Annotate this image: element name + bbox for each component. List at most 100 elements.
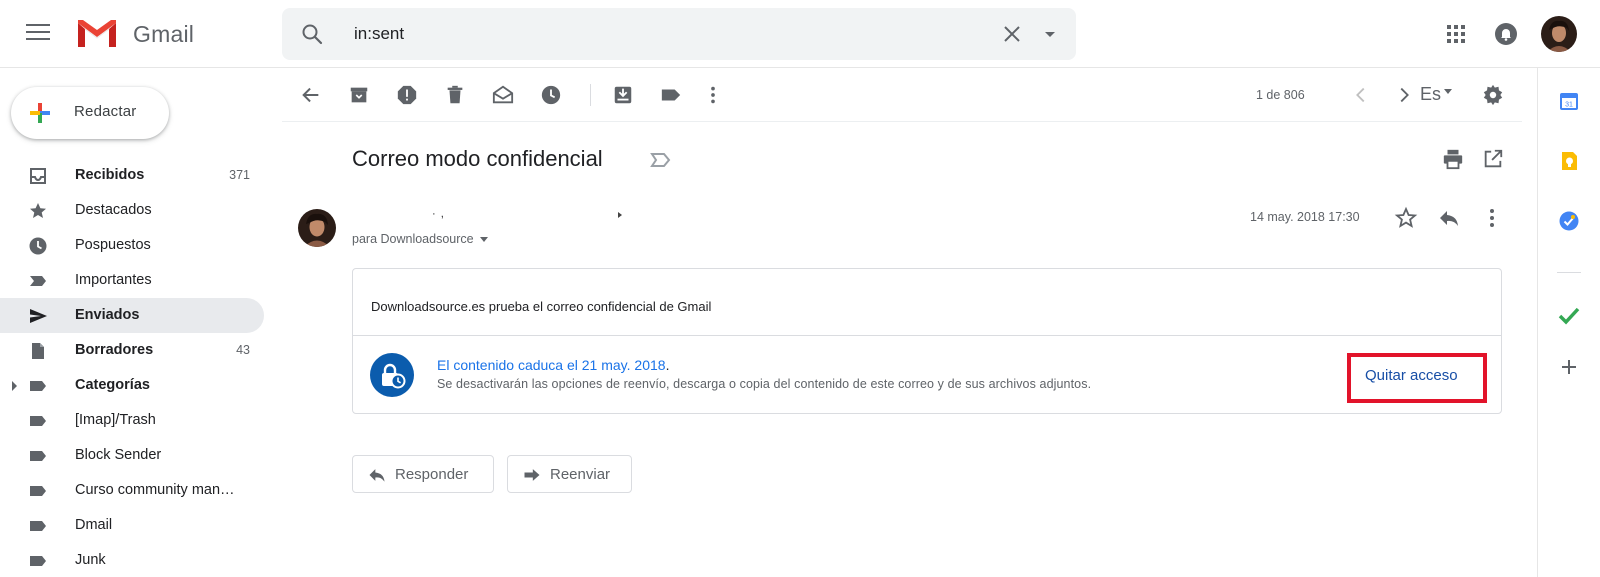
sidebar-item-important[interactable]: Importantes <box>0 263 264 298</box>
search-options-icon[interactable] <box>1038 22 1062 46</box>
label-tag-icon[interactable] <box>660 84 682 106</box>
sidebar-item-junk[interactable]: Junk <box>0 543 264 577</box>
sidebar-item-categories[interactable]: Categorías <box>0 368 264 403</box>
compose-button[interactable]: Redactar <box>11 87 169 139</box>
sidebar-item-starred[interactable]: Destacados <box>0 193 264 228</box>
sidebar-item-label: Pospuestos <box>75 237 151 253</box>
sidebar-item-label: Categorías <box>75 377 150 393</box>
sender-name: · , <box>432 208 445 220</box>
label-icon <box>30 521 46 531</box>
tasks-icon[interactable] <box>1558 210 1580 232</box>
remove-access-label: Quitar acceso <box>1365 367 1458 384</box>
move-to-icon[interactable] <box>612 84 634 106</box>
print-icon[interactable] <box>1442 148 1464 170</box>
label-icon <box>30 486 46 496</box>
input-language-selector[interactable]: Es <box>1420 84 1453 105</box>
message-date: 14 may. 2018 17:30 <box>1250 210 1360 224</box>
message-more-options-icon[interactable] <box>1480 206 1504 230</box>
gmail-wordmark[interactable]: Gmail <box>133 21 194 48</box>
confidential-expiry-title: El contenido caduca el 21 may. 2018. <box>437 357 669 373</box>
message-body-text: Downloadsource.es prueba el correo confi… <box>371 299 712 314</box>
sidebar-item-inbox[interactable]: Recibidos 371 <box>0 158 264 193</box>
send-icon <box>30 309 47 323</box>
search-icon[interactable] <box>300 22 324 46</box>
forward-label: Reenviar <box>550 466 611 483</box>
show-details-dropdown-icon <box>479 237 488 243</box>
snooze-clock-icon[interactable] <box>540 84 562 106</box>
newer-chevron-left-icon[interactable] <box>1350 84 1372 106</box>
calendar-icon[interactable]: 31 <box>1558 90 1580 112</box>
back-arrow-icon[interactable] <box>300 84 322 106</box>
card-divider <box>353 335 1501 336</box>
expiry-text: El contenido caduca el 21 may. 2018 <box>437 357 666 373</box>
sidebar-item-label: Destacados <box>75 202 152 218</box>
settings-gear-icon[interactable] <box>1482 84 1504 106</box>
get-addons-plus-icon[interactable] <box>1558 356 1580 378</box>
sidebar-item-label: [Imap]/Trash <box>75 412 156 428</box>
label-icon <box>30 381 46 391</box>
sidebar-item-label: Enviados <box>75 307 140 323</box>
account-avatar[interactable] <box>1541 16 1577 52</box>
older-chevron-right-icon[interactable] <box>1393 84 1415 106</box>
sidebar-item-block-sender[interactable]: Block Sender <box>0 438 264 473</box>
notifications-bell-icon[interactable] <box>1494 22 1518 46</box>
top-bar: Gmail <box>0 0 1600 68</box>
sidebar-item-dmail[interactable]: Dmail <box>0 508 264 543</box>
checkmark-addon-icon[interactable] <box>1558 304 1580 326</box>
search-bar <box>282 8 1076 60</box>
sidebar-item-sent[interactable]: Enviados <box>0 298 264 333</box>
sender-avatar[interactable] <box>298 209 336 247</box>
confidential-lock-clock-icon <box>370 353 414 397</box>
forward-icon <box>524 469 540 481</box>
apps-grid-icon[interactable] <box>1444 22 1468 46</box>
sidebar-item-label: Importantes <box>75 272 152 288</box>
open-new-window-icon[interactable] <box>1482 148 1504 170</box>
compose-plus-icon <box>30 103 50 123</box>
search-input[interactable] <box>354 21 914 47</box>
sidebar-item-community-course[interactable]: Curso community man… <box>0 473 264 508</box>
main-menu-icon[interactable] <box>26 24 50 44</box>
forward-button[interactable]: Reenviar <box>507 455 632 493</box>
language-code: Es <box>1420 84 1442 104</box>
reply-icon <box>369 469 385 482</box>
message-toolbar: 1 de 806 Es <box>282 68 1522 122</box>
clock-icon <box>29 237 47 255</box>
clear-search-icon[interactable] <box>1000 22 1024 46</box>
sidebar-item-drafts[interactable]: Borradores 43 <box>0 333 264 368</box>
remove-access-button[interactable]: Quitar acceso <box>1347 353 1487 403</box>
mark-as-unread-icon[interactable] <box>492 84 514 106</box>
message-subject: Correo modo confidencial <box>352 146 603 171</box>
expiry-period: . <box>665 357 670 373</box>
toolbar-divider <box>590 84 591 106</box>
report-spam-icon[interactable] <box>396 84 418 106</box>
archive-icon[interactable] <box>348 84 370 106</box>
more-options-icon[interactable] <box>702 84 724 106</box>
label-icon <box>30 451 46 461</box>
sidebar-item-imap-trash[interactable]: [Imap]/Trash <box>0 403 264 438</box>
sidebar-item-snoozed[interactable]: Pospuestos <box>0 228 264 263</box>
side-panel: 31 <box>1537 68 1600 577</box>
sidebar-item-label: Borradores <box>75 342 154 358</box>
label-icon <box>30 416 46 426</box>
importance-marker-icon[interactable] <box>650 151 672 169</box>
recipient-details[interactable]: para Downloadsource <box>352 232 488 246</box>
sender-details-caret-icon <box>618 212 622 218</box>
message-body-card: Downloadsource.es prueba el correo confi… <box>352 268 1502 414</box>
keep-bulb-icon[interactable] <box>1558 150 1580 172</box>
language-dropdown-icon <box>1444 88 1453 94</box>
star-message-icon[interactable] <box>1394 206 1418 230</box>
expand-caret-icon[interactable] <box>12 381 17 391</box>
label-icon <box>30 556 46 566</box>
gmail-logo-icon[interactable] <box>76 17 118 49</box>
recipient-label: para Downloadsource <box>352 232 474 246</box>
sidebar-item-label: Recibidos <box>75 167 145 183</box>
delete-trash-icon[interactable] <box>444 84 466 106</box>
unread-count: 371 <box>229 168 250 182</box>
reply-arrow-icon[interactable] <box>1437 206 1461 230</box>
sidebar-nav: Recibidos 371 Destacados Pospuestos Impo… <box>0 158 264 577</box>
reply-button[interactable]: Responder <box>352 455 494 493</box>
pagination-label: 1 de 806 <box>1256 88 1305 102</box>
compose-label: Redactar <box>74 103 137 120</box>
reply-label: Responder <box>395 466 469 483</box>
drafts-count: 43 <box>236 343 250 357</box>
